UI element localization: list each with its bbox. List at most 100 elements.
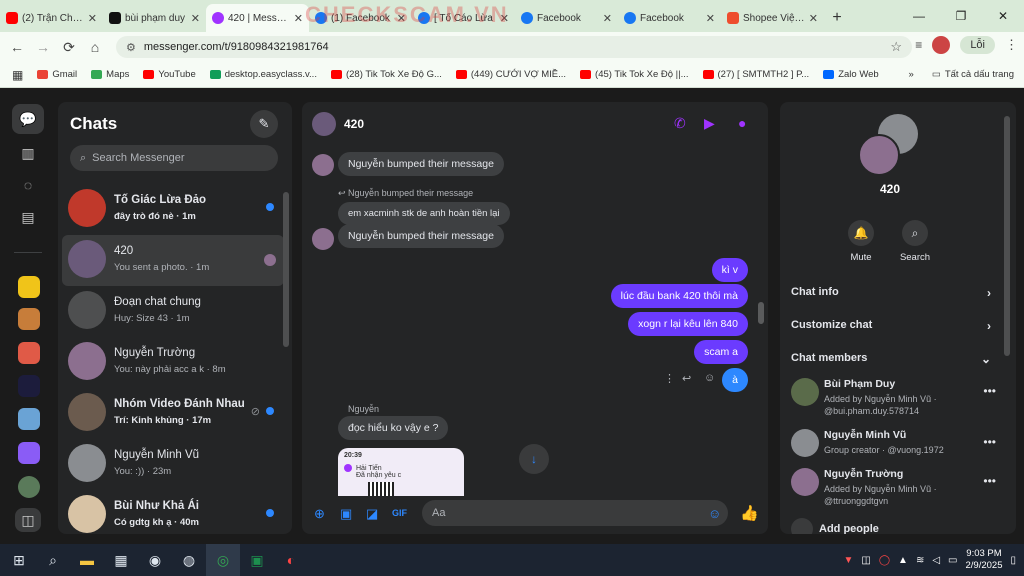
app-icon[interactable]: ◉ bbox=[138, 544, 172, 576]
store-icon[interactable]: ▦ bbox=[104, 544, 138, 576]
back-icon[interactable]: ← bbox=[4, 39, 30, 55]
scroll-to-bottom-button[interactable]: ↓ bbox=[519, 444, 549, 474]
browser-tab[interactable]: (2) Trận Chiến ✕ bbox=[0, 4, 103, 32]
chat-list-item[interactable]: Nhóm Video Đánh Nhau Trí: Kinh khủng · 17… bbox=[62, 388, 284, 439]
like-icon[interactable]: 👍 bbox=[740, 504, 759, 522]
more-icon[interactable]: ••• bbox=[983, 474, 996, 488]
bookmark[interactable]: Maps bbox=[91, 69, 129, 80]
close-tab-icon[interactable]: ✕ bbox=[397, 12, 406, 25]
forward-icon[interactable]: → bbox=[30, 39, 56, 55]
community-icon[interactable] bbox=[18, 375, 40, 397]
bookmark[interactable]: desktop.easyclass.v... bbox=[209, 69, 317, 80]
new-tab-button[interactable]: + bbox=[824, 4, 850, 32]
emoji-icon[interactable]: ☺ bbox=[708, 506, 721, 521]
notifications-icon[interactable]: ▯ bbox=[1010, 555, 1016, 566]
profile-error-button[interactable]: Lỗi bbox=[960, 36, 995, 54]
chat-list-item[interactable]: Bùi Như Khả Ái Có gdtg kh ạ · 40m bbox=[62, 490, 284, 534]
photo-attachment[interactable]: 20:39 Hải Tiến Đã nhận yêu c bbox=[338, 448, 464, 496]
community-icon[interactable] bbox=[18, 308, 40, 330]
search-button[interactable]: ⌕ Search bbox=[885, 220, 945, 263]
wifi-icon[interactable]: ≋ bbox=[916, 555, 924, 566]
message-bubble[interactable]: Nguyễn bumped their message bbox=[338, 152, 504, 176]
browser-tab-active[interactable]: 420 | Messenger✕ bbox=[206, 4, 309, 32]
conversation-info-icon[interactable]: ● bbox=[738, 115, 746, 131]
more-icon[interactable]: ••• bbox=[983, 435, 996, 449]
message-bubble-sent[interactable]: scam a bbox=[694, 340, 748, 364]
react-icon[interactable]: ☺ bbox=[704, 372, 715, 384]
member-item[interactable]: Nguyễn Minh Vũ Group creator · @vuong.197… bbox=[791, 429, 996, 473]
menu-icon[interactable]: ⋮ bbox=[1005, 37, 1018, 53]
close-tab-icon[interactable]: ✕ bbox=[500, 12, 509, 25]
details-scrollbar[interactable] bbox=[1004, 116, 1010, 356]
video-call-icon[interactable]: ▶ bbox=[704, 115, 715, 132]
windows-start-icon[interactable]: ⊞ bbox=[2, 544, 36, 576]
excel-icon[interactable]: ▣ bbox=[240, 544, 274, 576]
community-icon[interactable] bbox=[18, 276, 40, 298]
site-info-icon[interactable]: ⚙ bbox=[126, 41, 136, 54]
chat-info-row[interactable]: Chat info › bbox=[791, 286, 991, 300]
bookmark-star-icon[interactable]: ☆ bbox=[890, 39, 902, 55]
more-actions-icon[interactable]: ⋮ bbox=[664, 372, 675, 385]
search-input[interactable]: ⌕ Search Messenger bbox=[70, 145, 278, 171]
bookmark[interactable]: YouTube bbox=[143, 69, 196, 80]
message-bubble-sent[interactable]: à bbox=[722, 368, 748, 392]
member-item[interactable]: Nguyễn Trường Added by Nguyễn Minh Vũ · @… bbox=[791, 468, 996, 512]
profile-avatar[interactable] bbox=[932, 36, 951, 54]
app-icon[interactable]: ◐ bbox=[274, 544, 308, 576]
customize-chat-row[interactable]: Customize chat › bbox=[791, 319, 991, 333]
chat-members-row[interactable]: Chat members ⌄ bbox=[791, 352, 991, 366]
close-tab-icon[interactable]: ✕ bbox=[294, 12, 303, 25]
battery-icon[interactable]: ▭ bbox=[948, 555, 957, 566]
chat-list-item[interactable]: Nguyễn Trường You: này phải acc a k · 8m bbox=[62, 337, 284, 388]
chat-list-item-selected[interactable]: 420 You sent a photo. · 1m bbox=[62, 235, 284, 286]
community-icon[interactable] bbox=[18, 342, 40, 364]
member-item[interactable]: Bùi Phạm Duy Added by Nguyễn Minh Vũ · @b… bbox=[791, 378, 996, 422]
mute-button[interactable]: 🔔 Mute bbox=[831, 220, 891, 263]
home-icon[interactable]: ⌂ bbox=[82, 39, 108, 55]
chrome-icon[interactable]: ◎ bbox=[206, 544, 240, 576]
close-tab-icon[interactable]: ✕ bbox=[706, 12, 715, 25]
tray-icon[interactable]: ◫ bbox=[861, 555, 870, 566]
gif-icon[interactable]: GIF bbox=[392, 508, 407, 518]
requests-icon[interactable]: ◌ bbox=[12, 170, 44, 200]
community-icon[interactable] bbox=[18, 442, 40, 464]
sticker-icon[interactable]: ◪ bbox=[366, 506, 378, 522]
browser-tab[interactable]: Facebook ✕ bbox=[618, 4, 721, 32]
chat-list-item[interactable]: Nguyễn Minh Vũ You: :)) · 23m bbox=[62, 439, 284, 490]
tray-icon[interactable]: ▼ bbox=[843, 555, 853, 566]
reload-icon[interactable]: ⟳ bbox=[56, 39, 82, 56]
minimize-icon[interactable]: — bbox=[898, 0, 940, 32]
browser-tab[interactable]: [ Tố Cáo Lừa ✕ bbox=[412, 4, 515, 32]
apps-icon[interactable]: ▦ bbox=[12, 68, 23, 82]
add-people-row[interactable]: Add people bbox=[791, 518, 991, 534]
tray-icon[interactable]: ▲ bbox=[898, 555, 908, 566]
message-bubble[interactable]: Nguyễn bumped their message bbox=[338, 224, 504, 248]
bookmark[interactable]: (449) CƯỚI VỢ MIỀ... bbox=[455, 69, 566, 80]
restore-icon[interactable]: ❐ bbox=[940, 0, 982, 32]
community-icon[interactable] bbox=[18, 408, 40, 430]
close-tab-icon[interactable]: ✕ bbox=[809, 12, 818, 25]
bookmark[interactable]: Gmail bbox=[37, 69, 77, 80]
conversation-title[interactable]: 420 bbox=[344, 117, 364, 131]
chat-list-item[interactable]: Tố Giác Lừa Đảo đây trò đó nè · 1m bbox=[62, 184, 284, 235]
more-icon[interactable]: ••• bbox=[983, 384, 996, 398]
reply-icon[interactable]: ↩ bbox=[682, 372, 691, 385]
chat-list-scrollbar[interactable] bbox=[283, 192, 289, 347]
photo-icon[interactable]: ▣ bbox=[340, 506, 352, 522]
file-explorer-icon[interactable]: ▬ bbox=[70, 544, 104, 576]
audio-call-icon[interactable]: ✆ bbox=[674, 115, 686, 132]
chat-list-item[interactable]: Đoạn chat chung Huy: Size 43 · 1m bbox=[62, 286, 284, 337]
search-icon[interactable]: ⌕ bbox=[36, 544, 70, 576]
volume-icon[interactable]: ◁ bbox=[932, 555, 940, 566]
bookmark[interactable]: (45) Tik Tok Xe Độ ||... bbox=[580, 69, 689, 80]
close-tab-icon[interactable]: ✕ bbox=[603, 12, 612, 25]
more-bookmarks-icon[interactable]: » bbox=[909, 69, 914, 80]
group-avatar[interactable] bbox=[312, 112, 336, 136]
tray-icon[interactable]: ◯ bbox=[879, 555, 890, 566]
sidebar-toggle-icon[interactable]: ◫ bbox=[15, 508, 41, 532]
bookmark[interactable]: Zalo Web bbox=[823, 69, 879, 80]
media-icon[interactable]: ≡ bbox=[915, 38, 922, 52]
plus-icon[interactable]: ⊕ bbox=[314, 506, 325, 522]
close-window-icon[interactable]: ✕ bbox=[982, 0, 1024, 32]
new-message-button[interactable]: ✎ bbox=[250, 110, 278, 138]
